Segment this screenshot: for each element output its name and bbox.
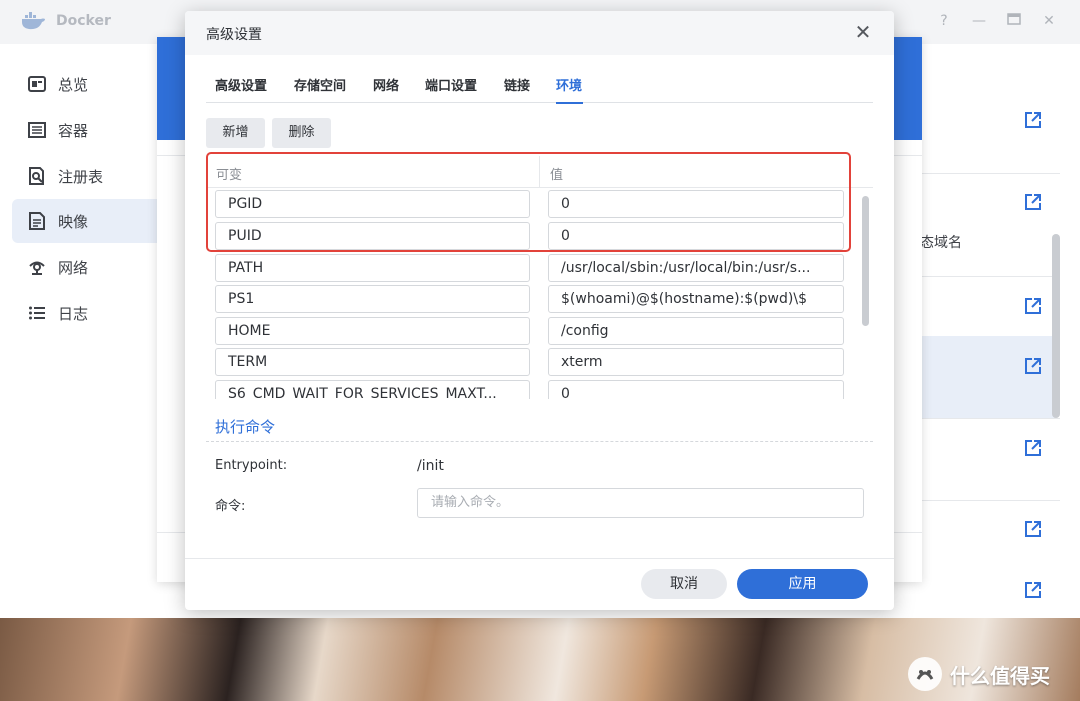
overview-icon: [28, 76, 46, 92]
dialog-header: 高级设置 ✕: [185, 11, 894, 55]
env-value-field[interactable]: /config: [548, 317, 844, 345]
image-icon: [29, 212, 45, 230]
sidebar-item-registry[interactable]: 注册表: [12, 154, 160, 198]
sidebar-item-label: 映像: [58, 212, 89, 231]
watermark-text: 什么值得买: [950, 663, 1050, 688]
external-link-icon[interactable]: [1024, 439, 1042, 457]
tab-advanced-settings[interactable]: 高级设置: [215, 75, 267, 94]
network-icon: [29, 261, 45, 275]
command-label: 命令:: [215, 499, 246, 514]
env-value-field[interactable]: 0: [548, 380, 844, 399]
add-button[interactable]: 新增: [206, 118, 265, 148]
entrypoint-value: /init: [417, 458, 444, 474]
cancel-button[interactable]: 取消: [641, 569, 727, 599]
sidebar-item-container[interactable]: 容器: [12, 108, 160, 152]
app-title: Docker: [56, 13, 111, 29]
close-icon[interactable]: ✕: [853, 22, 873, 42]
registry-icon: [29, 167, 44, 185]
settings-tabs: 高级设置 存储空间 网络 端口设置 链接 环境: [206, 71, 873, 104]
watermark: 什么值得买: [908, 656, 1050, 692]
sidebar-item-log[interactable]: 日志: [12, 291, 160, 335]
sidebar-item-image[interactable]: 映像: [12, 199, 160, 243]
command-input[interactable]: 请输入命令。: [417, 488, 864, 518]
entrypoint-label: Entrypoint:: [215, 458, 288, 473]
sidebar-item-overview[interactable]: 总览: [12, 62, 160, 106]
watermark-logo-icon: [908, 657, 942, 691]
log-icon: [29, 306, 45, 320]
env-key-field[interactable]: HOME: [215, 317, 530, 345]
apply-button[interactable]: 应用: [737, 569, 868, 599]
env-key-field[interactable]: PS1: [215, 285, 530, 313]
env-key-field[interactable]: TERM: [215, 348, 530, 376]
table-scrollbar[interactable]: [862, 196, 869, 326]
table-row: PATH /usr/local/sbin:/usr/local/bin:/usr…: [206, 252, 873, 284]
background-partial-text: 态域名: [920, 235, 962, 251]
advanced-settings-dialog: 高级设置 ✕ 高级设置 存储空间 网络 端口设置 链接 环境 新增 删除 可变 …: [185, 11, 894, 610]
exec-command-section-title: 执行命令: [215, 418, 276, 436]
external-link-icon[interactable]: [1024, 193, 1042, 211]
table-row: TERM xterm: [206, 346, 873, 378]
dialog-title: 高级设置: [206, 27, 262, 43]
env-key-field[interactable]: S6_CMD_WAIT_FOR_SERVICES_MAXT...: [215, 380, 530, 399]
active-tab-indicator: [556, 102, 583, 104]
docker-logo-icon: [22, 12, 45, 30]
env-value-field[interactable]: $(whoami)@$(hostname):$(pwd)\$: [548, 285, 844, 313]
sidebar-item-network[interactable]: 网络: [12, 245, 160, 289]
tab-storage[interactable]: 存储空间: [294, 75, 346, 94]
maximize-icon[interactable]: [1005, 12, 1023, 30]
env-key-field[interactable]: PATH: [215, 254, 530, 282]
external-link-icon[interactable]: [1024, 581, 1042, 599]
section-divider: [206, 441, 873, 442]
external-link-icon[interactable]: [1024, 520, 1042, 538]
list-scrollbar[interactable]: [1052, 234, 1060, 418]
sidebar-item-label: 容器: [58, 121, 89, 140]
minimize-icon[interactable]: —: [970, 12, 988, 30]
tab-network[interactable]: 网络: [373, 75, 399, 94]
table-row: PS1 $(whoami)@$(hostname):$(pwd)\$: [206, 283, 873, 315]
tab-environment[interactable]: 环境: [556, 75, 582, 94]
tab-links[interactable]: 链接: [504, 75, 530, 94]
container-icon: [28, 122, 46, 138]
env-value-field[interactable]: xterm: [548, 348, 844, 376]
tab-port-settings[interactable]: 端口设置: [425, 75, 477, 94]
sidebar: 总览 容器 注册表 映像 网络 日志: [0, 44, 160, 618]
sidebar-item-label: 日志: [58, 304, 89, 323]
sidebar-item-label: 总览: [58, 75, 89, 94]
env-value-field[interactable]: /usr/local/sbin:/usr/local/bin:/usr/s...: [548, 254, 844, 282]
close-window-icon[interactable]: ✕: [1040, 12, 1058, 30]
annotation-highlight-box: [206, 152, 851, 252]
table-row: S6_CMD_WAIT_FOR_SERVICES_MAXT... 0: [206, 378, 873, 399]
sidebar-item-label: 注册表: [58, 167, 104, 186]
help-icon[interactable]: ?: [935, 12, 953, 30]
external-link-icon[interactable]: [1024, 111, 1042, 129]
delete-button[interactable]: 删除: [272, 118, 331, 148]
footer-divider: [185, 558, 894, 559]
table-row: HOME /config: [206, 315, 873, 347]
sidebar-item-label: 网络: [58, 258, 89, 277]
external-link-icon[interactable]: [1024, 297, 1042, 315]
external-link-icon[interactable]: [1024, 357, 1042, 375]
